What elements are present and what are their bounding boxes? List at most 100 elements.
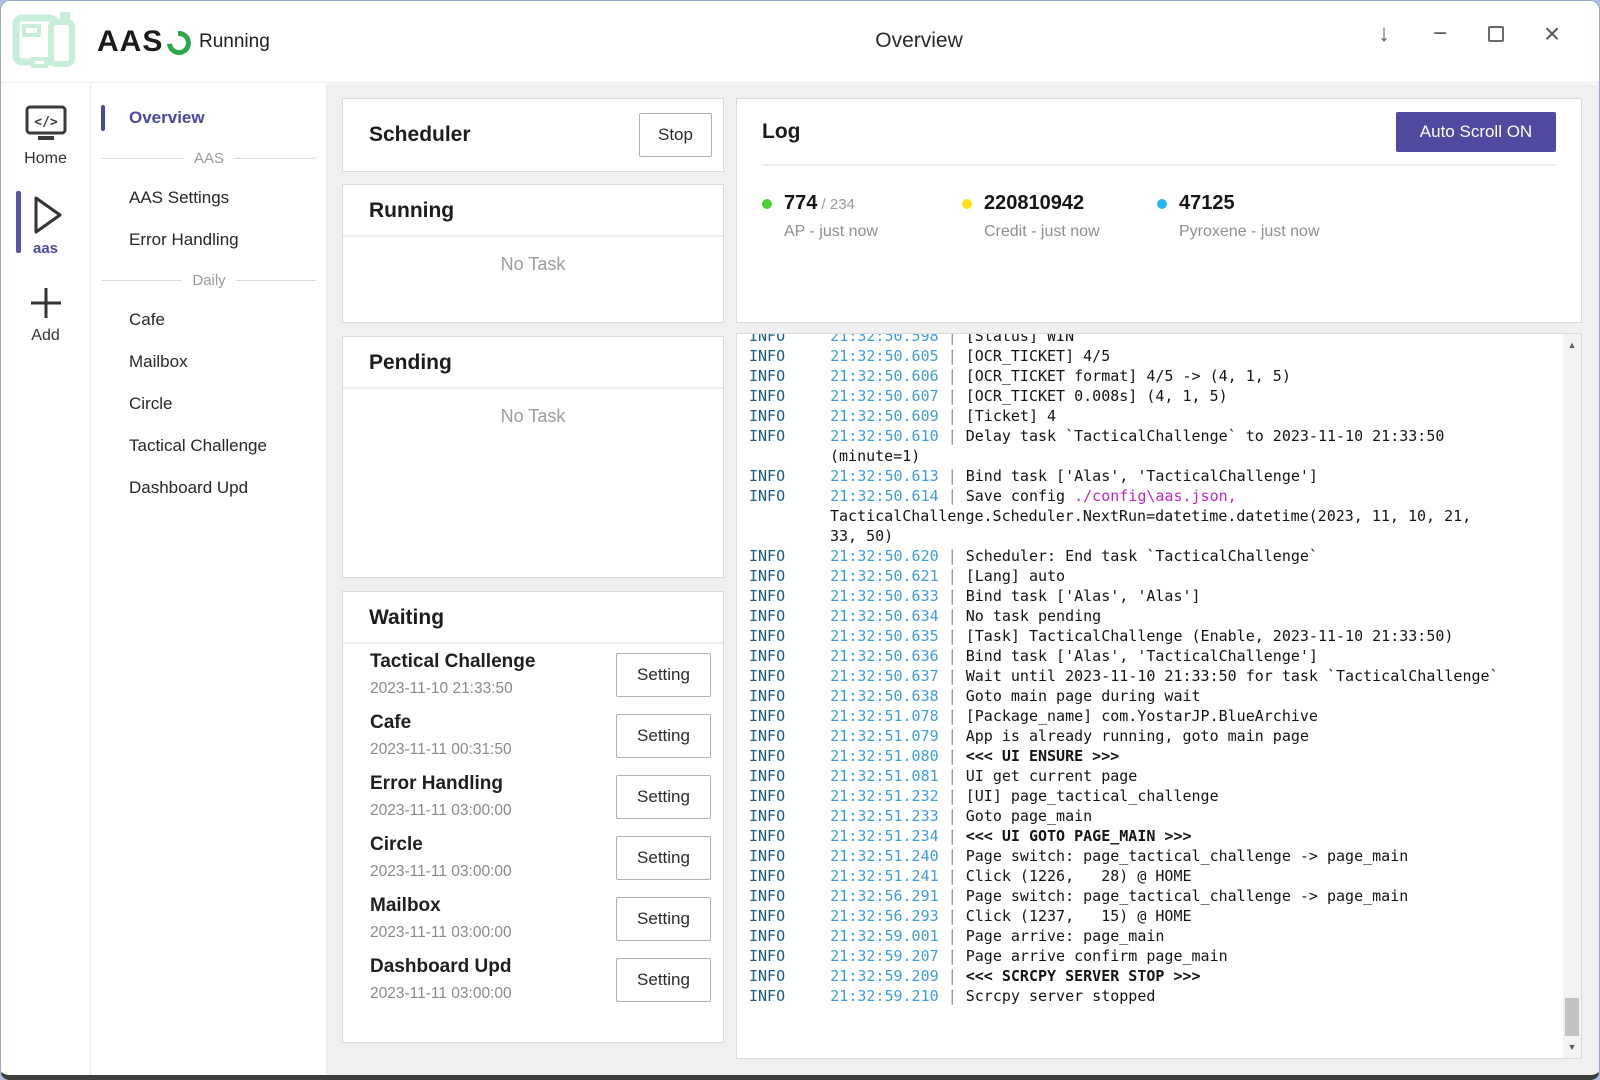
scroll-down-icon[interactable]: ▼ [1563, 1038, 1581, 1056]
log-line: INFO 21:32:50.607 | [OCR_TICKET 0.008s] … [749, 386, 1562, 406]
menu-item-mailbox[interactable]: Mailbox [92, 341, 326, 383]
log-separator: | [948, 627, 957, 645]
log-level: INFO [749, 467, 785, 485]
running-title: Running [369, 199, 723, 223]
menu-item-dashboard-upd[interactable]: Dashboard Upd [92, 467, 326, 509]
close-icon[interactable]: × [1533, 15, 1571, 53]
log-line-continuation: 33, 50) [749, 526, 1562, 546]
log-level: INFO [749, 927, 785, 945]
log-message-segment: UI get current page [966, 767, 1138, 785]
log-message-segment: [Package_name] com.YostarJP.BlueArchive [966, 707, 1318, 725]
log-line: INFO 21:32:50.613 | Bind task ['Alas', '… [749, 466, 1562, 486]
waiting-card: Waiting Tactical Challenge2023-11-10 21:… [342, 591, 724, 1043]
waiting-task-info: Mailbox2023-11-11 03:00:00 [370, 895, 616, 942]
log-line: INFO 21:32:50.598 | [Status] WIN [749, 334, 1562, 346]
setting-button-dashboard-upd[interactable]: Setting [616, 958, 711, 1002]
log-line: INFO 21:32:50.621 | [Lang] auto [749, 566, 1562, 586]
maximize-icon[interactable] [1477, 15, 1515, 53]
setting-button-circle[interactable]: Setting [616, 836, 711, 880]
rail-item-add[interactable]: Add [1, 277, 90, 351]
log-message-segment: Bind task ['Alas', 'TacticalChallenge'] [966, 467, 1318, 485]
scroll-up-icon[interactable]: ▲ [1563, 336, 1581, 354]
log-separator: | [948, 647, 957, 665]
log-message-segment: Click (1237, 15) @ HOME [966, 907, 1192, 925]
titlebar: AAS Running Overview ↓ − × [1, 1, 1599, 83]
credit-dot-icon [962, 199, 972, 209]
nav-menu: OverviewAASAAS SettingsError HandlingDai… [92, 84, 327, 1075]
waiting-task-row: Mailbox2023-11-11 03:00:00Setting [343, 888, 723, 949]
log-timestamp: 21:32:50.610 [830, 427, 938, 445]
log-line: INFO 21:32:50.636 | Bind task ['Alas', '… [749, 646, 1562, 666]
log-timestamp: 21:32:50.634 [830, 607, 938, 625]
menu-item-error-handling[interactable]: Error Handling [92, 219, 326, 261]
setting-button-mailbox[interactable]: Setting [616, 897, 711, 941]
rail-item-label: aas [33, 240, 58, 257]
running-spinner-icon [162, 26, 196, 60]
scheduler-title: Scheduler [369, 123, 639, 147]
log-message-segment: Delay task `TacticalChallenge` to 2023-1… [966, 427, 1445, 445]
waiting-task-info: Error Handling2023-11-11 03:00:00 [370, 773, 616, 820]
setting-button-cafe[interactable]: Setting [616, 714, 711, 758]
divider-line [236, 280, 316, 281]
log-message-segment: <<< SCRCPY SERVER STOP >>> [966, 967, 1201, 985]
log-level: INFO [749, 687, 785, 705]
log-level: INFO [749, 647, 785, 665]
waiting-task-time: 2023-11-11 03:00:00 [370, 985, 616, 1003]
log-line: INFO 21:32:59.207 | Page arrive confirm … [749, 946, 1562, 966]
svg-text:</>: </> [34, 115, 58, 130]
log-message-segment: Page arrive: page_main [966, 927, 1165, 945]
log-separator: | [948, 427, 957, 445]
log-separator: | [948, 367, 957, 385]
log-console[interactable]: INFO 21:32:50.598 | [Status] WIN INFO 21:… [736, 333, 1582, 1059]
scheduler-card: Scheduler Stop [342, 98, 724, 172]
menu-item-overview[interactable]: Overview [92, 97, 326, 139]
log-separator: | [948, 387, 957, 405]
pyroxene-dot-icon [1157, 199, 1167, 209]
running-card: Running No Task [342, 184, 724, 323]
waiting-task-name: Circle [370, 834, 616, 856]
log-lines: INFO 21:32:50.598 | [Status] WIN INFO 21:… [749, 334, 1562, 1006]
content-area: Scheduler Stop Running No Task Pending N… [327, 84, 1599, 1075]
log-level: INFO [749, 627, 785, 645]
menu-item-tactical-challenge[interactable]: Tactical Challenge [92, 425, 326, 467]
menu-item-cafe[interactable]: Cafe [92, 299, 326, 341]
rail-item-home[interactable]: </> Home [1, 98, 90, 174]
log-timestamp: 21:32:56.291 [830, 887, 938, 905]
log-line: INFO 21:32:59.210 | Scrcpy server stoppe… [749, 986, 1562, 1006]
log-timestamp: 21:32:51.233 [830, 807, 938, 825]
log-level: INFO [749, 907, 785, 925]
pending-title: Pending [369, 351, 723, 375]
log-separator: | [948, 867, 957, 885]
log-timestamp: 21:32:50.598 [830, 334, 938, 345]
rail-item-label: Add [31, 327, 59, 345]
log-level: INFO [749, 607, 785, 625]
setting-button-tactical-challenge[interactable]: Setting [616, 653, 711, 697]
log-line: INFO 21:32:50.610 | Delay task `Tactical… [749, 426, 1562, 446]
log-message-segment: [Ticket] 4 [966, 407, 1056, 425]
log-line: INFO 21:32:51.078 | [Package_name] com.Y… [749, 706, 1562, 726]
log-message-segment: [OCR_TICKET] 4/5 [966, 347, 1111, 365]
stat-suffix: / 234 [817, 196, 855, 213]
log-message-segment: Page switch: page_tactical_challenge -> … [966, 847, 1409, 865]
console-scrollbar[interactable]: ▲ ▼ [1563, 334, 1581, 1058]
log-level: INFO [749, 807, 785, 825]
download-icon[interactable]: ↓ [1365, 15, 1403, 53]
scrollbar-thumb[interactable] [1565, 998, 1579, 1036]
log-timestamp: 21:32:50.636 [830, 647, 938, 665]
log-separator: | [948, 347, 957, 365]
divider-line [102, 158, 184, 159]
menu-item-aas-settings[interactable]: AAS Settings [92, 177, 326, 219]
menu-item-circle[interactable]: Circle [92, 383, 326, 425]
log-message-segment: [Lang] auto [966, 567, 1065, 585]
stat-pyroxene: 47125Pyroxene - just now [1157, 192, 1320, 241]
waiting-task-list: Tactical Challenge2023-11-10 21:33:50Set… [343, 644, 723, 1010]
page-title: Overview [875, 29, 963, 53]
rail-item-aas[interactable]: aas [1, 188, 90, 263]
setting-button-error-handling[interactable]: Setting [616, 775, 711, 819]
waiting-task-row: Circle2023-11-11 03:00:00Setting [343, 827, 723, 888]
auto-scroll-button[interactable]: Auto Scroll ON [1396, 112, 1556, 152]
stop-button[interactable]: Stop [639, 113, 712, 157]
minimize-icon[interactable]: − [1421, 15, 1459, 53]
ap-dot-icon [762, 199, 772, 209]
app-name: AAS [97, 25, 163, 59]
